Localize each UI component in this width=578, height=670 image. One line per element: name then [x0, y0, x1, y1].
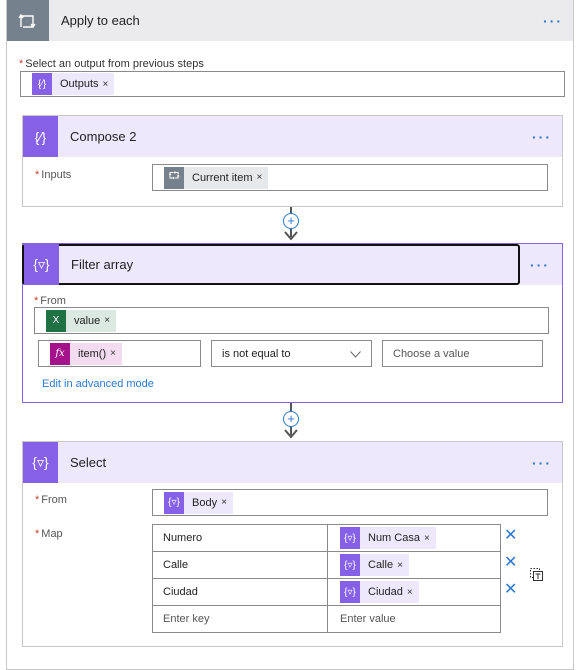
outputs-token[interactable]: {∕} Outputs ×	[32, 73, 115, 95]
enter-key-input[interactable]: Enter key	[152, 605, 328, 633]
map-key-cell[interactable]: Ciudad	[152, 578, 328, 606]
inputs-field[interactable]: ⮔ Current item ×	[152, 164, 548, 191]
map-value-cell[interactable]: {▿} Ciudad ×	[327, 578, 501, 606]
fx-icon: fx	[50, 342, 70, 365]
map-value-cell[interactable]: {▿} Num Casa ×	[327, 524, 501, 552]
from-label: * From	[34, 295, 66, 307]
condition-value-input[interactable]: Choose a value	[382, 340, 543, 367]
filter-array-header[interactable]: {▿} Filter array	[22, 244, 520, 285]
apply-to-each-header[interactable]: Apply to each ···	[7, 0, 573, 41]
condition-left-input[interactable]: fx item() ×	[38, 340, 201, 367]
map-table: Numero {▿} Num Casa × Calle {▿} Calle × …	[152, 524, 501, 633]
more-options-button[interactable]: ···	[532, 129, 552, 145]
filter-icon: {▿}	[164, 491, 184, 514]
filter-array-card: {▿} Filter array ··· * From X value × fx …	[22, 243, 563, 403]
loop-icon	[7, 0, 49, 41]
from-input[interactable]: X value ×	[34, 307, 549, 334]
map-key-cell[interactable]: Numero	[152, 524, 328, 552]
map-value-cell[interactable]: {▿} Calle ×	[327, 551, 501, 579]
operator-dropdown[interactable]: is not equal to	[211, 340, 372, 367]
insert-step-button[interactable]: +	[283, 213, 299, 229]
delete-row-icon[interactable]: ✕	[504, 552, 517, 572]
arrow-down-icon	[284, 429, 298, 439]
filter-icon: {▿}	[340, 554, 360, 576]
insert-step-button[interactable]: +	[283, 411, 299, 427]
chevron-down-icon	[350, 351, 361, 358]
from-label: * From	[35, 494, 67, 506]
filter-icon: {▿}	[340, 581, 360, 603]
calle-token[interactable]: {▿} Calle ×	[340, 554, 409, 576]
remove-token-icon[interactable]: ×	[104, 315, 116, 326]
remove-token-icon[interactable]: ×	[221, 497, 233, 508]
from-input[interactable]: {▿} Body ×	[152, 489, 548, 516]
remove-token-icon[interactable]: ×	[424, 533, 436, 544]
filter-icon: {▿}	[23, 442, 58, 483]
delete-row-icon[interactable]: ✕	[504, 579, 517, 599]
excel-icon: X	[46, 309, 66, 332]
inputs-label: * Inputs	[35, 169, 72, 181]
num-casa-token[interactable]: {▿} Num Casa ×	[340, 527, 436, 549]
ciudad-token[interactable]: {▿} Ciudad ×	[340, 581, 419, 603]
remove-token-icon[interactable]: ×	[103, 79, 115, 90]
compose-icon: {∕}	[32, 73, 52, 95]
map-row: Numero {▿} Num Casa ×	[152, 524, 501, 552]
select-output-input[interactable]: {∕} Outputs ×	[20, 71, 565, 97]
select-card: {▿} Select ··· * From {▿} Body × * Map Num…	[22, 441, 563, 647]
filter-icon: {▿}	[24, 244, 59, 285]
remove-token-icon[interactable]: ×	[257, 172, 269, 183]
select-title: Select	[70, 455, 107, 470]
value-token[interactable]: X value ×	[46, 309, 117, 332]
map-key-cell[interactable]: Calle	[152, 551, 328, 579]
remove-token-icon[interactable]: ×	[407, 587, 419, 598]
more-options-button[interactable]: ···	[532, 455, 552, 471]
loop-icon: ⮔	[164, 166, 184, 189]
select-header[interactable]: {▿} Select ···	[23, 442, 562, 483]
filter-array-title: Filter array	[71, 257, 134, 272]
body-token[interactable]: {▿} Body ×	[164, 491, 233, 514]
switch-to-text-mode-icon[interactable]	[530, 568, 543, 581]
compose-2-title: Compose 2	[70, 129, 137, 144]
remove-token-icon[interactable]: ×	[397, 560, 409, 571]
remove-token-icon[interactable]: ×	[110, 348, 122, 359]
edit-advanced-mode-link[interactable]: Edit in advanced mode	[42, 378, 154, 390]
current-item-token[interactable]: ⮔ Current item ×	[164, 166, 269, 189]
select-output-label: * Select an output from previous steps	[19, 58, 204, 70]
item-token[interactable]: fx item() ×	[50, 342, 122, 365]
filter-icon: {▿}	[340, 527, 360, 549]
compose-icon: {∕}	[23, 116, 58, 157]
enter-value-input[interactable]: Enter value	[327, 605, 501, 633]
apply-to-each-title: Apply to each	[61, 13, 140, 28]
more-options-button[interactable]: ···	[530, 257, 550, 273]
compose-2-card: {∕} Compose 2 ··· * Inputs ⮔ Current item…	[22, 115, 563, 207]
compose-2-header[interactable]: {∕} Compose 2 ···	[23, 116, 562, 157]
delete-row-icon[interactable]: ✕	[504, 525, 517, 545]
more-options-button[interactable]: ···	[543, 13, 563, 29]
map-row-new: Enter key Enter value	[152, 605, 501, 633]
map-row: Ciudad {▿} Ciudad ×	[152, 578, 501, 606]
map-row: Calle {▿} Calle ×	[152, 551, 501, 579]
map-label: * Map	[35, 528, 63, 540]
arrow-down-icon	[284, 231, 298, 241]
